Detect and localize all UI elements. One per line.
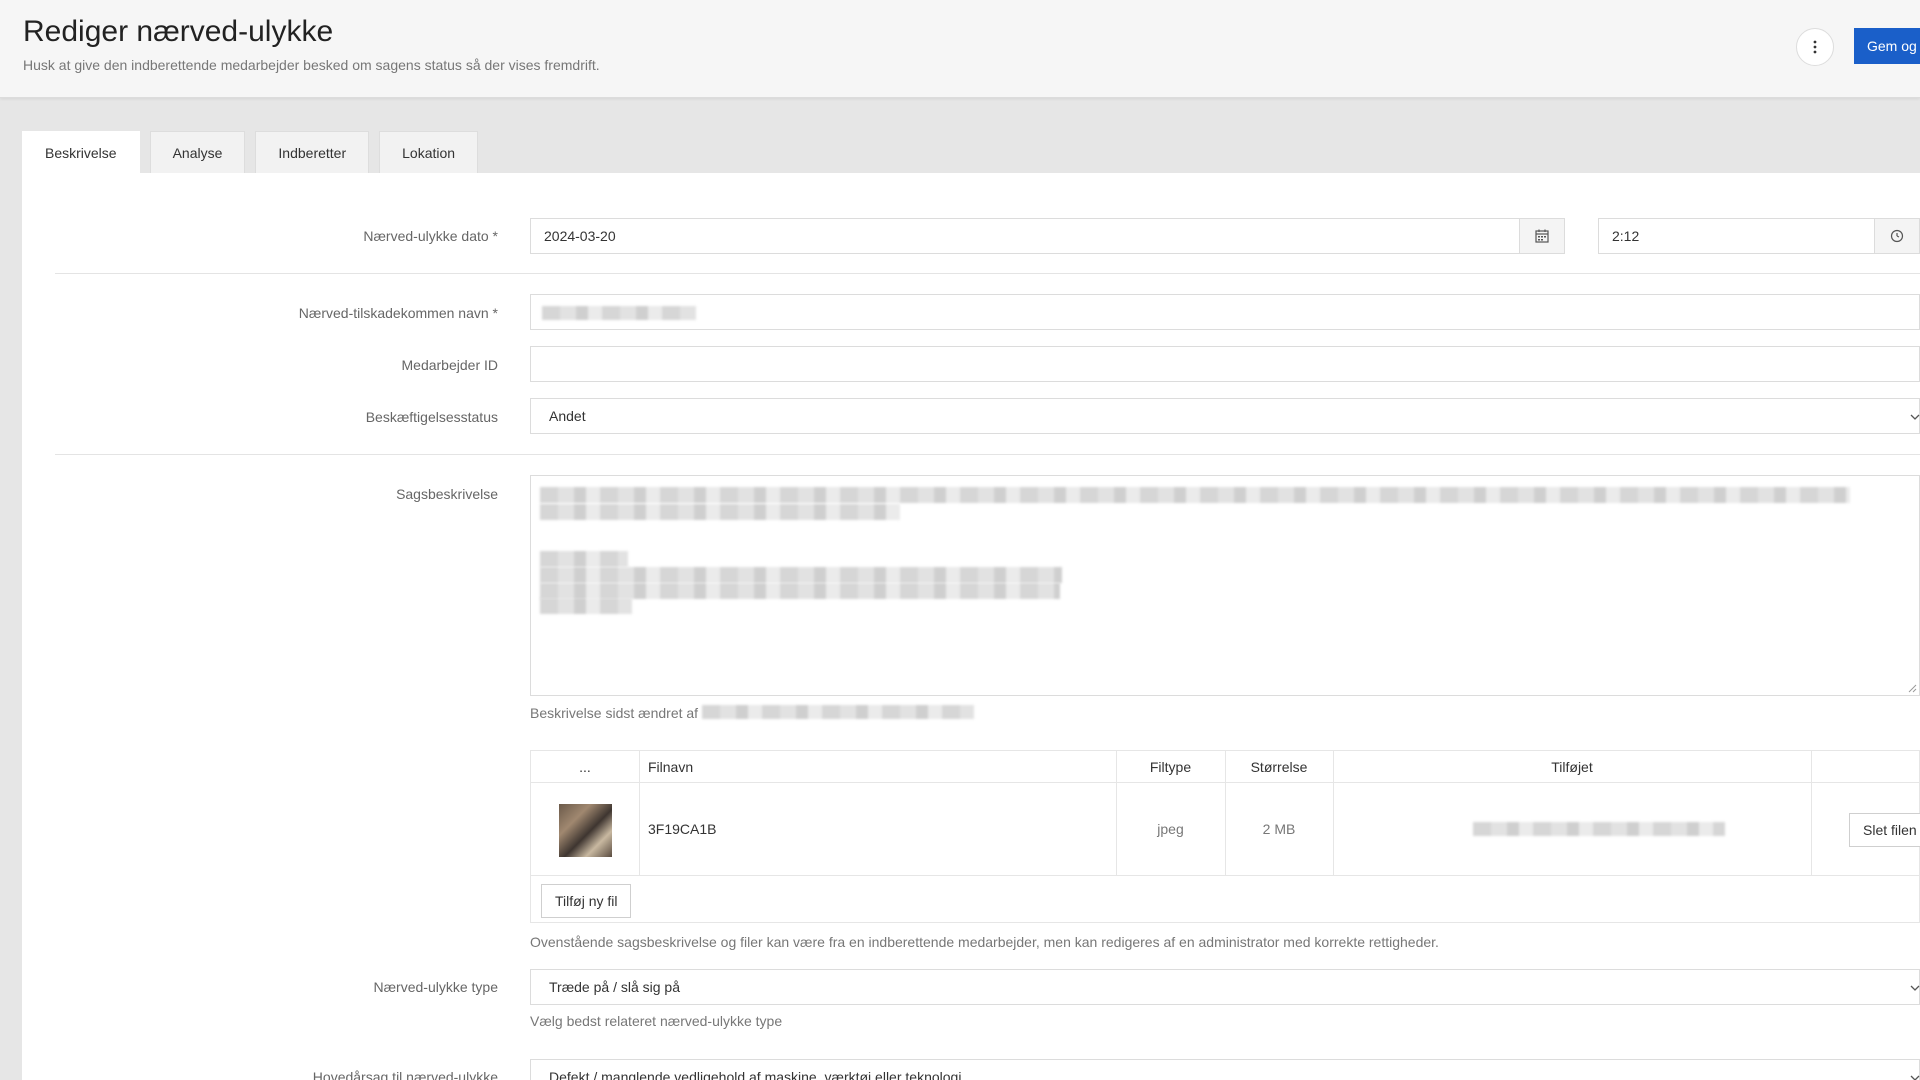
incident-type-value: Træde på / slå sig på <box>549 979 680 995</box>
tab-indberetter[interactable]: Indberetter <box>255 131 370 174</box>
date-label: Nærved-ulykke dato * <box>363 228 498 244</box>
clock-icon <box>1890 229 1904 243</box>
column-header-added: Tilføjet <box>1551 759 1593 775</box>
page-subtitle: Husk at give den indberettende medarbejd… <box>23 57 600 73</box>
tab-beskrivelse[interactable]: Beskrivelse <box>22 131 140 174</box>
file-name-link[interactable]: 3F19CA1B <box>648 783 716 875</box>
column-divider <box>1811 751 1812 876</box>
page-header: Rediger nærved-ulykke Husk at give den i… <box>0 0 1920 98</box>
tab-bar: Beskrivelse Analyse Indberetter Lokation <box>22 131 479 174</box>
redacted-author <box>702 705 974 719</box>
delete-file-button[interactable]: Slet filen <box>1849 813 1920 847</box>
incident-type-select[interactable]: Træde på / slå sig på <box>530 969 1920 1005</box>
calendar-icon <box>1535 229 1549 243</box>
column-divider <box>639 751 640 876</box>
tab-analyse[interactable]: Analyse <box>149 131 246 174</box>
column-header-size: Størrelse <box>1250 759 1308 775</box>
redacted-text <box>540 567 1062 583</box>
column-header-filename: Filnavn <box>648 759 694 775</box>
date-input[interactable]: 2024-03-20 <box>530 218 1520 254</box>
last-changed-label: Beskrivelse sidst ændret af <box>530 705 699 721</box>
file-size: 2 MB <box>1262 821 1296 837</box>
file-type: jpeg <box>1157 821 1184 837</box>
redacted-text <box>540 487 1850 503</box>
last-changed-text: Beskrivelse sidst ændret af <box>530 705 698 721</box>
time-input[interactable]: 2:12 <box>1598 218 1875 254</box>
save-button[interactable]: Gem og <box>1854 28 1920 64</box>
form-panel: Nærved-ulykke dato * 2024-03-20 2:12 Nær… <box>22 173 1920 1080</box>
case-description-label: Sagsbeskrivelse <box>396 486 498 502</box>
name-label: Nærved-tilskadekommen navn * <box>298 305 498 321</box>
employment-status-select[interactable]: Andet <box>530 398 1920 434</box>
file-thumbnail[interactable] <box>559 804 612 857</box>
files-table: ... Filnavn Filtype Størrelse Tilføjet 3… <box>530 750 1920 923</box>
column-header-actions: ... <box>579 759 591 775</box>
name-input[interactable] <box>530 294 1920 330</box>
main-cause-label: Hovedårsag til nærved-ulykke <box>312 1069 498 1080</box>
redacted-text <box>540 598 632 614</box>
page-title: Rediger nærved-ulykke <box>23 15 334 48</box>
chevron-down-icon <box>1910 985 1920 991</box>
redacted-name <box>542 306 696 320</box>
chevron-down-icon <box>1910 1075 1920 1080</box>
chevron-down-icon <box>1910 414 1920 420</box>
tab-lokation[interactable]: Lokation <box>379 131 479 174</box>
incident-type-help: Vælg bedst relateret nærved-ulykke type <box>530 1013 783 1029</box>
resize-handle-icon[interactable] <box>1907 683 1917 693</box>
divider <box>55 454 1920 455</box>
time-picker-button[interactable] <box>1874 218 1920 254</box>
main-cause-value: Defekt / manglende vedligehold af maskin… <box>549 1069 962 1080</box>
employment-status-label: Beskæftigelsesstatus <box>365 409 498 425</box>
employee-id-label: Medarbejder ID <box>401 357 499 373</box>
employment-status-value: Andet <box>549 408 586 424</box>
case-description-textarea[interactable] <box>530 475 1920 696</box>
add-file-button[interactable]: Tilføj ny fil <box>541 884 632 918</box>
incident-type-label: Nærved-ulykke type <box>373 979 499 995</box>
row-divider <box>531 875 1919 876</box>
date-picker-button[interactable] <box>1519 218 1565 254</box>
redacted-added-info <box>1473 822 1725 836</box>
redacted-text <box>540 551 628 567</box>
divider <box>55 273 1920 274</box>
more-vertical-icon <box>1813 40 1817 54</box>
main-cause-select[interactable]: Defekt / manglende vedligehold af maskin… <box>530 1059 1920 1080</box>
redacted-text <box>540 583 1060 599</box>
employee-id-input[interactable] <box>530 346 1920 382</box>
redacted-text <box>540 504 900 520</box>
files-note: Ovenstående sagsbeskrivelse og filer kan… <box>530 934 1439 950</box>
more-options-button[interactable] <box>1796 28 1834 66</box>
column-header-filetype: Filtype <box>1149 759 1192 775</box>
